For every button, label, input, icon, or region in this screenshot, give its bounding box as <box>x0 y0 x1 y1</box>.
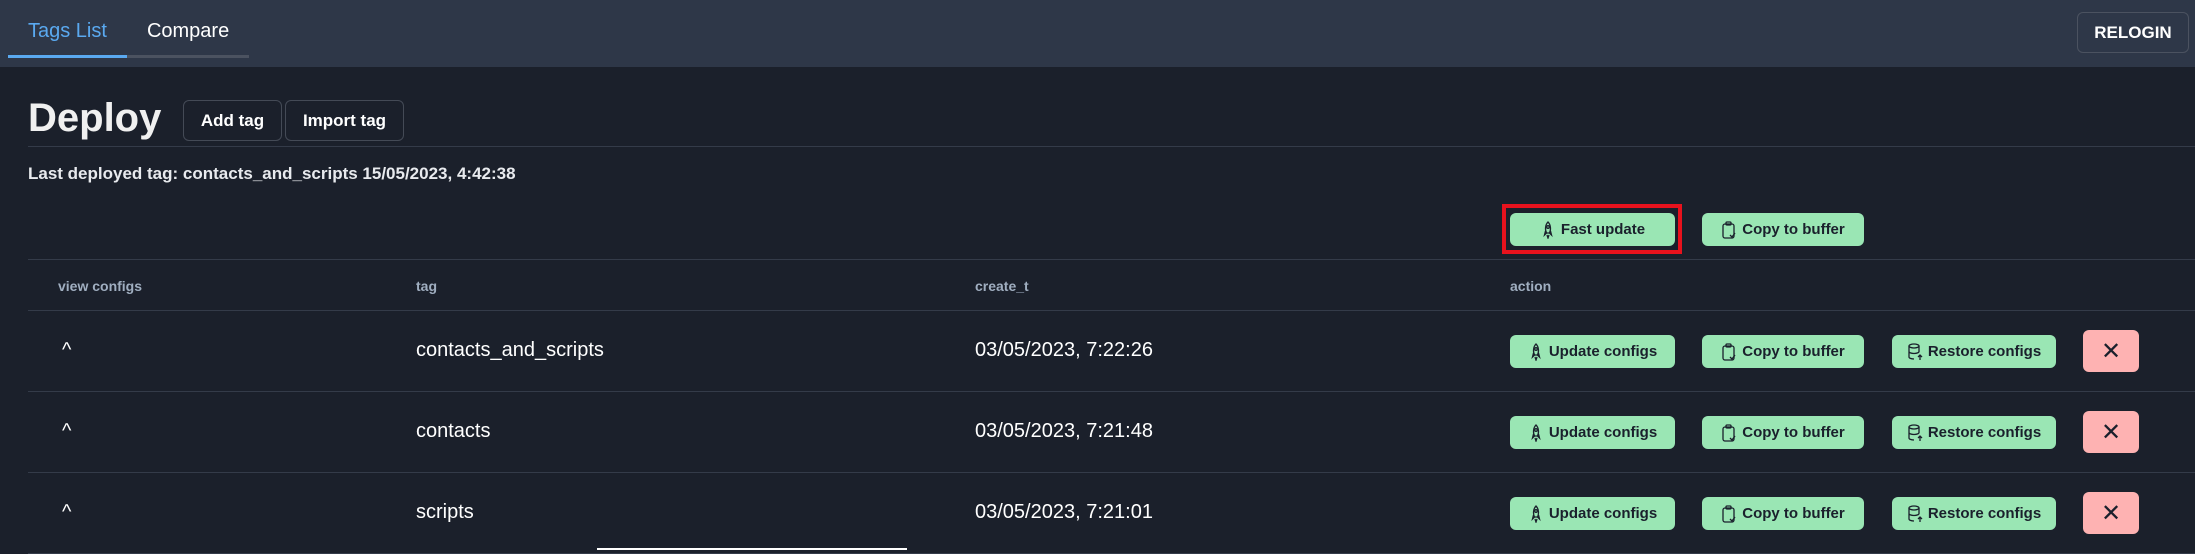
tab-compare[interactable]: Compare <box>127 0 249 58</box>
copy-to-buffer-label: Copy to buffer <box>1742 343 1845 360</box>
rocket-icon <box>1531 504 1541 523</box>
update-configs-label: Update configs <box>1548 343 1658 360</box>
update-configs-label: Update configs <box>1548 505 1658 522</box>
expand-chevron-up-icon[interactable]: ^ <box>62 420 71 443</box>
tab-list: Tags List Compare <box>8 0 250 58</box>
expand-chevron-up-icon[interactable]: ^ <box>62 501 71 524</box>
database-upload-icon <box>1908 423 1923 441</box>
copy-to-buffer-label: Copy to buffer <box>1742 424 1845 441</box>
delete-button[interactable]: ✕ <box>2083 330 2139 372</box>
copy-to-buffer-button[interactable]: Copy to buffer <box>1702 497 1864 530</box>
add-tag-button[interactable]: Add tag <box>183 100 282 141</box>
update-configs-button[interactable]: Update configs <box>1510 416 1675 449</box>
update-configs-button[interactable]: Update configs <box>1510 497 1675 530</box>
clipboard-check-icon <box>1722 220 1736 239</box>
restore-configs-label: Restore configs <box>1927 424 2042 441</box>
tab-tags-list[interactable]: Tags List <box>8 0 127 58</box>
divider <box>28 146 2195 147</box>
column-header-tag: tag <box>416 278 437 294</box>
clipboard-check-icon <box>1722 504 1736 523</box>
column-header-create-t: create_t <box>975 278 1029 294</box>
copy-to-buffer-button[interactable]: Copy to buffer <box>1702 416 1864 449</box>
table-row: ^ contacts_and_scripts 03/05/2023, 7:22:… <box>0 311 2195 392</box>
restore-configs-button[interactable]: Restore configs <box>1892 416 2056 449</box>
clipboard-check-icon <box>1722 423 1736 442</box>
restore-configs-button[interactable]: Restore configs <box>1892 335 2056 368</box>
last-deployed-tag: Last deployed tag: contacts_and_scripts … <box>28 164 516 183</box>
database-upload-icon <box>1908 504 1923 522</box>
delete-button[interactable]: ✕ <box>2083 492 2139 534</box>
database-upload-icon <box>1908 342 1923 360</box>
top-bar: Tags List Compare RELOGIN <box>0 0 2195 67</box>
copy-to-buffer-button[interactable]: Copy to buffer <box>1702 335 1864 368</box>
tag-name: scripts <box>416 501 474 523</box>
column-header-action: action <box>1510 278 1552 294</box>
relogin-button[interactable]: RELOGIN <box>2077 12 2189 53</box>
delete-button[interactable]: ✕ <box>2083 411 2139 453</box>
tag-name: contacts_and_scripts <box>416 339 604 361</box>
expand-chevron-up-icon[interactable]: ^ <box>62 339 71 362</box>
table-row: ^ contacts 03/05/2023, 7:21:48 Update co… <box>0 392 2195 473</box>
copy-to-buffer-button[interactable]: Copy to buffer <box>1702 213 1864 246</box>
highlight-box <box>1502 204 1682 254</box>
copy-to-buffer-label: Copy to buffer <box>1742 221 1845 238</box>
tag-name: contacts <box>416 420 491 442</box>
clipboard-check-icon <box>1722 342 1736 361</box>
restore-configs-label: Restore configs <box>1927 343 2042 360</box>
create-time: 03/05/2023, 7:22:26 <box>975 339 1153 361</box>
restore-configs-button[interactable]: Restore configs <box>1892 497 2056 530</box>
page-title: Deploy <box>28 96 162 140</box>
rocket-icon <box>1531 423 1541 442</box>
rocket-icon <box>1531 342 1541 361</box>
create-time: 03/05/2023, 7:21:48 <box>975 420 1153 442</box>
column-header-view-configs: view configs <box>58 278 143 294</box>
create-time: 03/05/2023, 7:21:01 <box>975 501 1153 523</box>
update-configs-label: Update configs <box>1548 424 1658 441</box>
import-tag-button[interactable]: Import tag <box>285 100 404 141</box>
restore-configs-label: Restore configs <box>1927 505 2042 522</box>
copy-to-buffer-label: Copy to buffer <box>1742 505 1845 522</box>
table-top-border <box>28 259 2195 260</box>
update-configs-button[interactable]: Update configs <box>1510 335 1675 368</box>
table-row: ^ scripts 03/05/2023, 7:21:01 Update con… <box>0 473 2195 554</box>
